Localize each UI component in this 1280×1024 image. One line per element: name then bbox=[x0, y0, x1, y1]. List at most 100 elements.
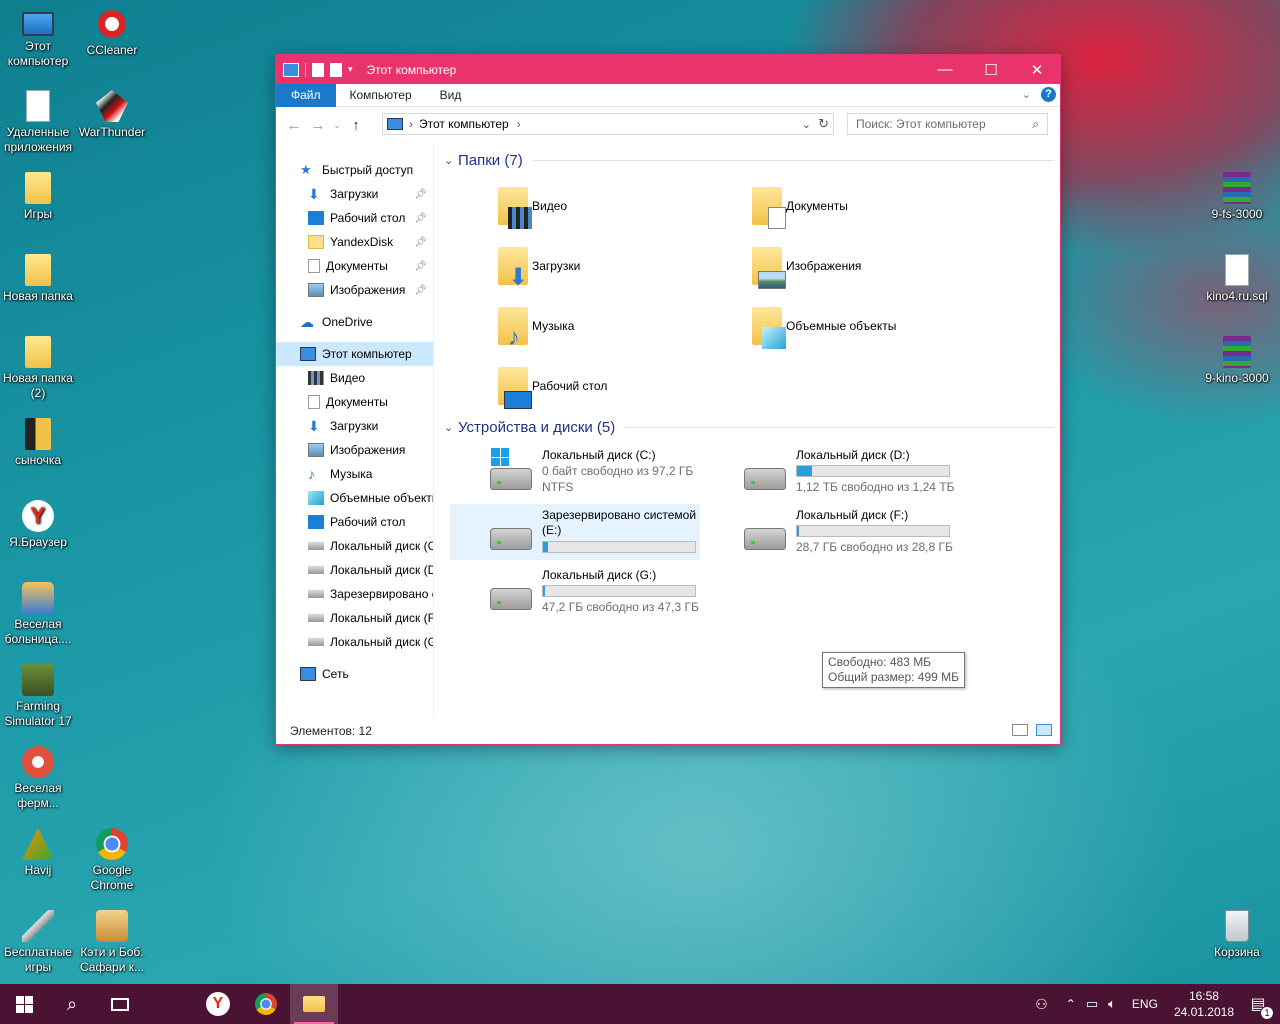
start-button[interactable] bbox=[0, 984, 48, 1024]
nav-item-pictures[interactable]: Изображения 📌︎ bbox=[276, 278, 433, 302]
nav-item-downloads-pc[interactable]: ⬇ Загрузки bbox=[276, 414, 433, 438]
refresh-icon[interactable]: ↻ bbox=[818, 116, 829, 132]
chevron-up-icon[interactable]: ⌃ bbox=[1066, 997, 1076, 1011]
nav-item-music[interactable]: ♪ Музыка bbox=[276, 462, 433, 486]
chevron-down-icon[interactable]: ▾ bbox=[348, 64, 353, 75]
nav-this-pc[interactable]: Этот компьютер bbox=[276, 342, 433, 366]
drive-tile-g[interactable]: Локальный диск (G:) 47,2 ГБ свободно из … bbox=[450, 564, 700, 620]
language-indicator[interactable]: ENG bbox=[1132, 997, 1158, 1011]
group-header-folders[interactable]: ⌄ Папки (7) bbox=[444, 152, 1054, 169]
drive-filesystem: NTFS bbox=[542, 480, 574, 494]
desktop-icon-this-pc[interactable]: Этот компьютер bbox=[0, 8, 76, 69]
desktop-icon-ccleaner[interactable]: CCleaner bbox=[74, 8, 150, 58]
desktop-icon-recycle-bin[interactable]: Корзина bbox=[1199, 910, 1275, 960]
drive-tile-f[interactable]: Локальный диск (F:) 28,7 ГБ свободно из … bbox=[704, 504, 954, 560]
nav-item-drive-e[interactable]: Зарезервировано с bbox=[276, 582, 433, 606]
pin-icon[interactable]: 📌︎ bbox=[414, 261, 427, 272]
taskbar-file-explorer[interactable] bbox=[290, 984, 338, 1024]
people-icon[interactable]: ⚇ bbox=[1035, 996, 1048, 1013]
desktop-icon-archive-fs[interactable]: 9-fs-3000 bbox=[1199, 172, 1275, 222]
pin-icon[interactable]: 📌︎ bbox=[414, 237, 427, 248]
nav-item-downloads[interactable]: ⬇ Загрузки 📌︎ bbox=[276, 182, 433, 206]
desktop-icon-free-games[interactable]: Бесплатные игры bbox=[0, 910, 76, 975]
nav-item-drive-f[interactable]: Локальный диск (F bbox=[276, 606, 433, 630]
nav-quick-access[interactable]: ★ Быстрый доступ bbox=[276, 158, 433, 182]
nav-item-drive-g[interactable]: Локальный диск (G bbox=[276, 630, 433, 654]
close-button[interactable]: ✕ bbox=[1014, 55, 1060, 84]
desktop-icon-new-folder[interactable]: Новая папка bbox=[0, 254, 76, 304]
large-icons-view-icon[interactable] bbox=[1036, 724, 1052, 736]
group-header-drives[interactable]: ⌄ Устройства и диски (5) bbox=[444, 419, 1054, 436]
action-center-button[interactable]: ▤ 1 bbox=[1244, 994, 1274, 1020]
chevron-down-icon[interactable]: ⌄ bbox=[1022, 88, 1031, 101]
nav-onedrive[interactable]: ☁ OneDrive bbox=[276, 310, 433, 334]
taskbar-chrome[interactable] bbox=[242, 984, 290, 1024]
search-button[interactable]: ⌕ bbox=[48, 984, 96, 1024]
folder-tile-desktop[interactable]: Рабочий стол bbox=[440, 360, 680, 412]
folder-tile-videos[interactable]: Видео bbox=[440, 180, 680, 232]
nav-item-drive-d[interactable]: Локальный диск (D bbox=[276, 558, 433, 582]
desktop-icon bbox=[308, 211, 324, 225]
breadcrumb-this-pc[interactable]: Этот компьютер bbox=[419, 117, 509, 131]
folder-tile-downloads[interactable]: ⬇ Загрузки bbox=[440, 240, 680, 292]
clock[interactable]: 16:58 24.01.2018 bbox=[1174, 988, 1234, 1020]
desktop-icon-hospital-game[interactable]: Веселая больница.... bbox=[0, 582, 76, 647]
back-button[interactable]: ← bbox=[282, 117, 306, 134]
volume-icon[interactable]: 🔈︎ bbox=[1108, 996, 1116, 1012]
folder-tile-music[interactable]: ♪ Музыка bbox=[440, 300, 680, 352]
nav-item-3d-objects[interactable]: Объемные объекты bbox=[276, 486, 433, 510]
desktop-icon-synochka[interactable]: сыночка bbox=[0, 418, 76, 468]
desktop-icon-warthunder[interactable]: WarThunder bbox=[74, 90, 150, 140]
drive-tile-d[interactable]: Локальный диск (D:) 1,12 ТБ свободно из … bbox=[704, 444, 955, 500]
folder-tile-documents[interactable]: Документы bbox=[694, 180, 934, 232]
nav-item-documents[interactable]: Документы 📌︎ bbox=[276, 254, 433, 278]
pin-icon[interactable]: 📌︎ bbox=[414, 285, 427, 296]
task-view-button[interactable] bbox=[96, 984, 144, 1024]
drive-tile-c[interactable]: Локальный диск (C:) 0 байт свободно из 9… bbox=[450, 444, 700, 500]
desktop-icon-farm-game[interactable]: Веселая ферм... bbox=[0, 746, 76, 811]
tab-view[interactable]: Вид bbox=[426, 84, 476, 107]
network-icon[interactable]: ▭ bbox=[1086, 996, 1098, 1012]
help-icon[interactable]: ? bbox=[1041, 87, 1056, 102]
properties-icon[interactable] bbox=[312, 62, 324, 77]
tab-file[interactable]: Файл bbox=[276, 83, 336, 107]
folder-tile-3d-objects[interactable]: Объемные объекты bbox=[694, 300, 934, 352]
minimize-button[interactable]: — bbox=[922, 55, 968, 84]
nav-item-yandexdisk[interactable]: YandexDisk 📌︎ bbox=[276, 230, 433, 254]
desktop-icon-archive-kino[interactable]: 9-kino-3000 bbox=[1199, 336, 1275, 386]
desktop-icon-farming-simulator[interactable]: Farming Simulator 17 bbox=[0, 664, 76, 729]
nav-item-desktop[interactable]: Рабочий стол 📌︎ bbox=[276, 206, 433, 230]
folder-tile-pictures[interactable]: Изображения bbox=[694, 240, 934, 292]
desktop-icon-sql-file[interactable]: kino4.ru.sql bbox=[1199, 254, 1275, 304]
desktop-icon-new-folder-2[interactable]: Новая папка (2) bbox=[0, 336, 76, 401]
up-button[interactable]: ↑ bbox=[344, 117, 368, 134]
search-icon[interactable]: ⌕ bbox=[1032, 117, 1039, 132]
desktop-icon-google-chrome[interactable]: Google Chrome bbox=[74, 828, 150, 893]
address-dropdown-icon[interactable]: ⌄ bbox=[802, 118, 811, 131]
drive-tile-e[interactable]: Зарезервировано системой (E:) bbox=[450, 504, 700, 560]
desktop-icon-havij[interactable]: Havij bbox=[0, 828, 76, 878]
desktop-icon-remote-apps[interactable]: Удаленные приложения bbox=[0, 90, 76, 155]
forward-button[interactable]: → bbox=[306, 117, 330, 134]
pin-icon[interactable]: 📌︎ bbox=[414, 189, 427, 200]
pin-icon[interactable]: 📌︎ bbox=[414, 213, 427, 224]
desktop-icon-katie-bob[interactable]: Кэти и Боб. Сафари к... bbox=[74, 910, 150, 975]
details-view-icon[interactable] bbox=[1012, 724, 1028, 736]
taskbar-yandex-browser[interactable]: Y bbox=[194, 984, 242, 1024]
tab-computer[interactable]: Компьютер bbox=[336, 84, 426, 107]
maximize-button[interactable]: ☐ bbox=[968, 55, 1014, 84]
nav-item-desktop-pc[interactable]: Рабочий стол bbox=[276, 510, 433, 534]
search-input[interactable]: Поиск: Этот компьютер ⌕ bbox=[847, 113, 1048, 135]
desktop-icon-games[interactable]: Игры bbox=[0, 172, 76, 222]
nav-item-pictures-pc[interactable]: Изображения bbox=[276, 438, 433, 462]
new-folder-icon[interactable] bbox=[330, 62, 342, 77]
nav-item-drive-c[interactable]: Локальный диск (C bbox=[276, 534, 433, 558]
breadcrumb-separator[interactable]: › bbox=[517, 117, 521, 131]
title-bar[interactable]: ▾ Этот компьютер — ☐ ✕ bbox=[276, 55, 1060, 84]
nav-item-documents-pc[interactable]: Документы bbox=[276, 390, 433, 414]
recent-locations-button[interactable]: ⌄ bbox=[330, 120, 344, 131]
nav-network[interactable]: Сеть bbox=[276, 662, 433, 686]
desktop-icon-yandex-browser[interactable]: Y Я.Браузер bbox=[0, 500, 76, 550]
nav-item-videos[interactable]: Видео bbox=[276, 366, 433, 390]
address-bar[interactable]: › Этот компьютер › ⌄ ↻ bbox=[382, 113, 834, 135]
